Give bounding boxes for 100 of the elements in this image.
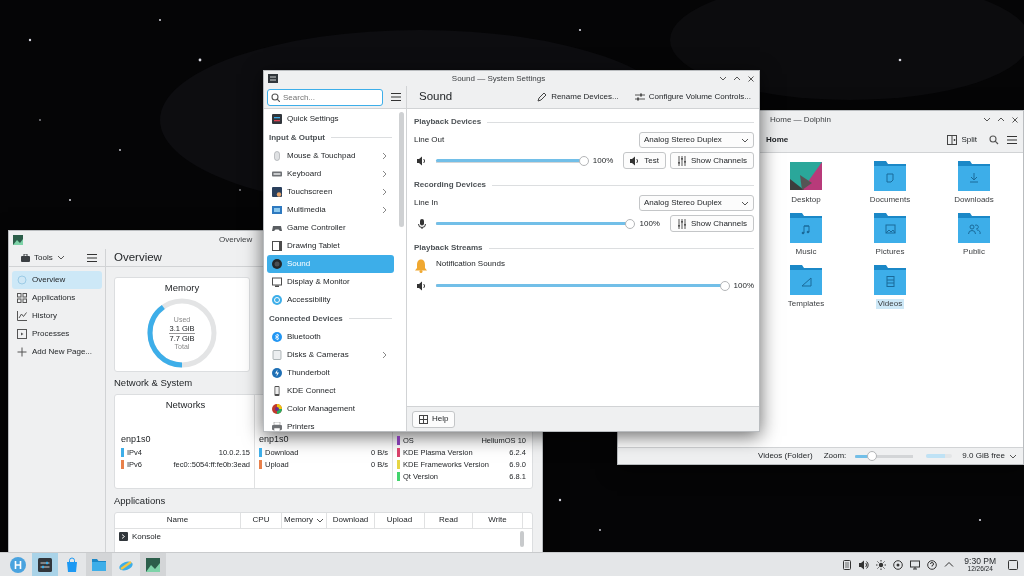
sidebar-item[interactable]: Drawing Tablet [267,237,394,255]
clipboard-icon[interactable] [842,559,853,570]
sidebar-item[interactable]: Multimedia [267,201,394,219]
network-icon[interactable] [893,559,904,570]
device-button[interactable]: Show Channels [669,152,754,169]
taskbar-button[interactable] [140,552,166,576]
sidebar-item[interactable]: Accessibility [267,291,394,309]
device-select[interactable]: Analog Stereo Duplex [639,195,754,211]
slider-thumb[interactable] [625,218,636,229]
toolbar-button[interactable]: Configure Volume Controls... [630,90,755,104]
split-button[interactable]: Split [943,133,981,147]
brightness-icon[interactable] [876,559,887,570]
sidebar-item[interactable]: Color Management [267,400,394,418]
menu-icon[interactable] [391,92,401,102]
file-label[interactable]: Pictures [873,247,907,257]
sidebar-item[interactable]: Game Controller [267,219,394,237]
breadcrumb[interactable]: Home [766,135,789,145]
file-label[interactable]: Public [961,247,987,257]
file-label[interactable]: Downloads [952,195,996,205]
image-thumbnail[interactable] [790,161,822,191]
sidebar-item[interactable]: Quick Settings [267,110,394,128]
speaker-icon[interactable] [417,155,427,166]
file-label[interactable]: Videos [875,299,905,309]
search-icon [271,92,280,102]
folder-icon[interactable] [874,161,906,191]
minimize-icon[interactable] [719,74,727,83]
folder-icon[interactable] [790,265,822,295]
expand-icon[interactable] [944,559,955,570]
device-select[interactable]: Analog Stereo Duplex [639,132,754,148]
maximize-icon[interactable] [997,115,1005,124]
column-header[interactable]: Read [425,512,473,528]
menu-icon[interactable] [1007,135,1017,145]
bell-icon [414,259,428,273]
search-icon[interactable] [989,135,999,145]
close-icon[interactable] [747,74,755,83]
maximize-icon[interactable] [733,74,741,83]
column-header[interactable]: Memory [282,512,327,528]
device-button[interactable]: Show Channels [669,215,754,232]
sidebar-label: Applications [32,293,76,303]
launcher-icon[interactable] [10,556,26,573]
show-desktop-icon[interactable] [1008,559,1018,570]
folder-icon[interactable] [91,556,107,573]
column-header[interactable]: Upload [375,512,425,528]
microphone-icon[interactable] [417,218,427,229]
slider-thumb[interactable] [719,280,730,291]
folder-icon[interactable] [874,213,906,243]
column-header[interactable]: Download [327,512,375,528]
sidebar-label: Overview [32,275,66,285]
sidebar-label: Processes [32,329,70,339]
clock-time[interactable]: 9:30 PM [964,557,996,566]
column-header[interactable]: CPU [241,512,282,528]
image-icon[interactable] [145,556,161,573]
sidebar-item[interactable]: Add New Page... [12,343,102,361]
file-label[interactable]: Templates [785,299,827,309]
sidebar-item[interactable]: Mouse & Touchpad [267,147,394,165]
sidebar-item[interactable]: Printers [267,418,394,431]
volume-icon[interactable] [859,559,870,570]
column-header[interactable]: Name [115,512,241,528]
search-field[interactable]: Search... [267,88,383,106]
sidebar-item[interactable]: Display & Monitor [267,273,394,291]
menu-icon[interactable] [87,252,97,263]
slider-thumb[interactable] [578,155,589,166]
sidebar-item[interactable]: Processes [12,325,102,343]
device-button[interactable]: Test [623,152,666,169]
file-label[interactable]: Documents [867,195,913,205]
folder-icon[interactable] [958,161,990,191]
folder-icon[interactable] [874,265,906,295]
toolbar-button[interactable]: Rename Devices... [533,90,623,104]
folder-icon[interactable] [958,213,990,243]
taskbar-button[interactable] [32,552,58,576]
sidebar-item[interactable]: History [12,307,102,325]
sidebar-item[interactable]: Disks & Cameras [267,346,394,364]
folder-icon[interactable] [790,213,822,243]
column-header[interactable]: Write [473,512,523,528]
sidebar-item[interactable]: Bluetooth [267,328,394,346]
interface-name: enp1s0 [259,434,290,447]
file-label[interactable]: Desktop [789,195,823,205]
tools-button[interactable]: Tools [17,250,69,265]
volume-reading: 100% [592,155,614,166]
slider-thumb[interactable] [866,451,877,461]
file-label[interactable]: Music [793,247,819,257]
speaker-icon[interactable] [417,280,427,291]
table-row[interactable]: Konsole [115,528,520,545]
chevron-right-icon [381,351,389,359]
overview-icon [17,275,27,285]
sliders-icon[interactable] [37,556,53,573]
sidebar-item[interactable]: KDE Connect [267,382,394,400]
sidebar-item[interactable]: Keyboard [267,165,394,183]
scrollbar-thumb[interactable] [520,530,524,547]
minimize-icon[interactable] [983,115,991,124]
close-icon[interactable] [1011,115,1019,124]
sidebar-item[interactable]: Thunderbolt [267,364,394,382]
sidebar-item[interactable]: Applications [12,289,102,307]
sidebar-item[interactable]: Touchscreen [267,183,394,201]
display-icon[interactable] [910,559,921,570]
chevron-down-icon[interactable] [1009,452,1017,460]
scrollbar-thumb[interactable] [399,112,404,227]
help-button[interactable]: Help [412,410,456,428]
sidebar-item[interactable]: Overview [12,271,102,289]
help-icon[interactable] [927,559,938,570]
